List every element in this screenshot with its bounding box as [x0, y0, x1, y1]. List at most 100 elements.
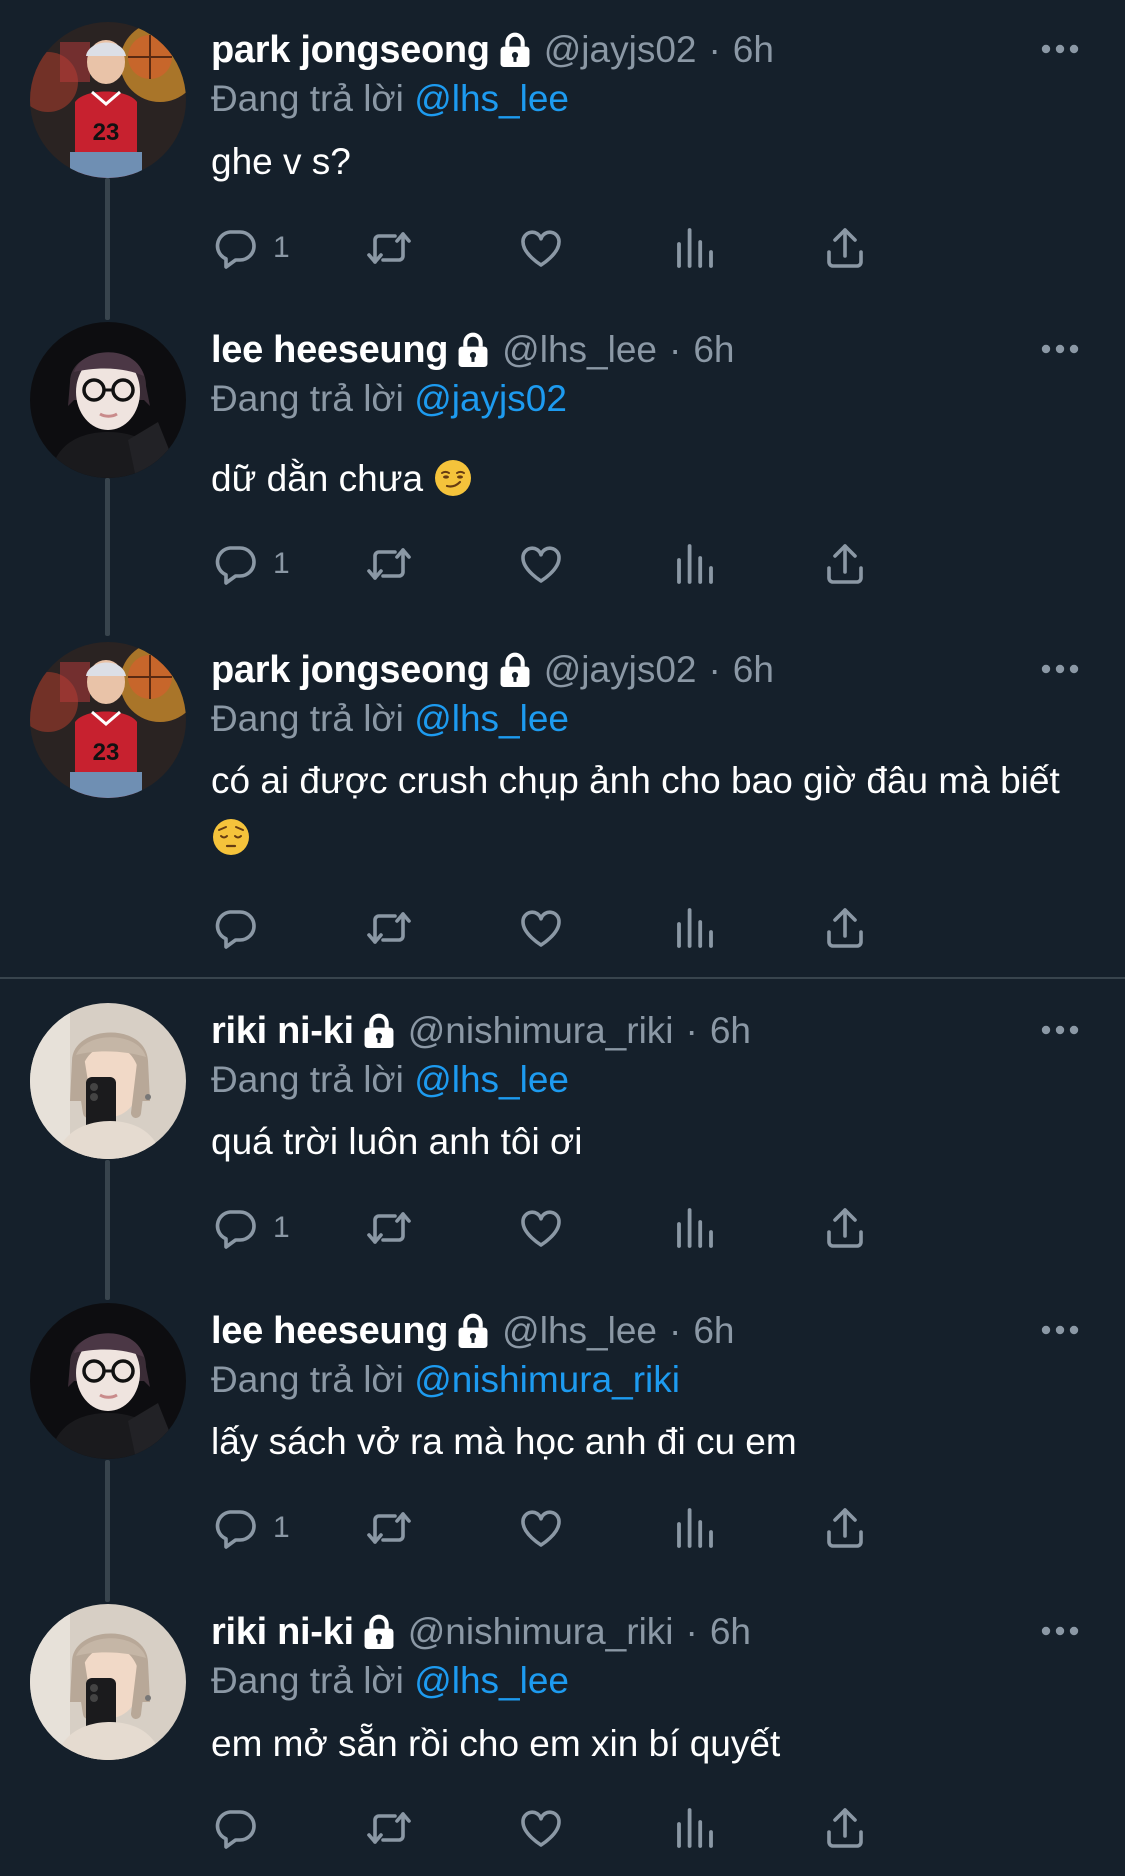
- views-button[interactable]: [671, 222, 719, 274]
- like-button[interactable]: [517, 902, 565, 954]
- smirk-emoji-icon: [433, 457, 473, 497]
- share-icon: [821, 904, 869, 952]
- views-button[interactable]: [671, 538, 719, 590]
- tweet[interactable]: lee heeseung @lhs_lee · 6h Đang trả lời …: [0, 1300, 1125, 1602]
- author-handle[interactable]: @lhs_lee: [502, 329, 657, 371]
- retweet-button[interactable]: [365, 222, 413, 274]
- retweet-button[interactable]: [365, 1202, 413, 1254]
- reply-count: 1: [273, 1511, 290, 1544]
- more-icon[interactable]: [1040, 662, 1080, 676]
- timestamp[interactable]: 6h: [693, 1310, 734, 1352]
- replying-to-label: Đang trả lời: [211, 78, 404, 119]
- tweet[interactable]: riki ni-ki @nishimura_riki · 6h Đang trả…: [0, 980, 1125, 1300]
- lock-icon: [456, 1312, 490, 1350]
- views-button[interactable]: [671, 1202, 719, 1254]
- share-icon: [821, 1504, 869, 1552]
- lock-icon: [456, 331, 490, 369]
- author-handle[interactable]: @lhs_lee: [502, 1310, 657, 1352]
- retweet-button[interactable]: [365, 902, 413, 954]
- lock-icon: [498, 651, 532, 689]
- tweet[interactable]: riki ni-ki @nishimura_riki · 6h Đang trả…: [0, 1602, 1125, 1876]
- author-handle[interactable]: @jayjs02: [544, 649, 697, 691]
- share-button[interactable]: [821, 1202, 869, 1254]
- tweet[interactable]: lee heeseung @lhs_lee · 6h Đang trả lời …: [0, 300, 1125, 636]
- timestamp[interactable]: 6h: [733, 29, 774, 71]
- tweet[interactable]: 23 park jongseong @jayjs02 · 6h Đang trả…: [0, 636, 1125, 977]
- author-name[interactable]: lee heeseung: [211, 329, 448, 372]
- more-icon[interactable]: [1040, 1323, 1080, 1337]
- timestamp[interactable]: 6h: [710, 1611, 751, 1653]
- views-icon: [671, 540, 719, 588]
- author-handle[interactable]: @nishimura_riki: [408, 1010, 674, 1052]
- pensive-emoji-icon: [211, 816, 251, 856]
- author-name[interactable]: riki ni-ki: [211, 1010, 354, 1053]
- share-button[interactable]: [821, 1502, 869, 1554]
- more-icon[interactable]: [1040, 1023, 1080, 1037]
- timestamp[interactable]: 6h: [733, 649, 774, 691]
- reply-mention[interactable]: @nishimura_riki: [414, 1359, 680, 1400]
- separator-dot: ·: [668, 1310, 682, 1351]
- lock-icon: [498, 31, 532, 69]
- more-icon[interactable]: [1040, 1624, 1080, 1638]
- share-icon: [821, 540, 869, 588]
- author-name[interactable]: riki ni-ki: [211, 1611, 354, 1654]
- tweet[interactable]: 23 park jongseong @jayjs02 · 6h Đang trả…: [0, 0, 1125, 300]
- tweet-text-content: lấy sách vở ra mà học anh đi cu em: [211, 1421, 797, 1462]
- avatar[interactable]: 23: [30, 642, 186, 798]
- more-icon[interactable]: [1040, 42, 1080, 56]
- share-button[interactable]: [821, 902, 869, 954]
- retweet-icon: [365, 1204, 413, 1252]
- avatar[interactable]: [30, 322, 186, 478]
- like-button[interactable]: [517, 1502, 565, 1554]
- views-button[interactable]: [671, 1502, 719, 1554]
- reply-mention[interactable]: @lhs_lee: [414, 1059, 569, 1100]
- retweet-button[interactable]: [365, 1802, 413, 1854]
- like-icon: [517, 1804, 565, 1852]
- like-button[interactable]: [517, 538, 565, 590]
- author-name[interactable]: park jongseong: [211, 649, 490, 692]
- reply-mention[interactable]: @jayjs02: [414, 378, 567, 419]
- avatar[interactable]: 23: [30, 22, 186, 178]
- reply-icon: [211, 904, 259, 952]
- share-button[interactable]: [821, 222, 869, 274]
- timestamp[interactable]: 6h: [693, 329, 734, 371]
- views-button[interactable]: [671, 902, 719, 954]
- views-icon: [671, 1804, 719, 1852]
- author-name[interactable]: lee heeseung: [211, 1310, 448, 1353]
- reply-icon: [211, 1804, 259, 1852]
- retweet-button[interactable]: [365, 1502, 413, 1554]
- author-handle[interactable]: @jayjs02: [544, 29, 697, 71]
- reply-button[interactable]: [211, 1802, 259, 1854]
- tweet-text-content: dữ dằn chưa: [211, 458, 424, 499]
- avatar[interactable]: [30, 1604, 186, 1760]
- views-icon: [671, 224, 719, 272]
- tweet-text-content: có ai được crush chụp ảnh cho bao giờ đâ…: [211, 760, 1060, 801]
- like-button[interactable]: [517, 1202, 565, 1254]
- reply-mention[interactable]: @lhs_lee: [414, 78, 569, 119]
- like-button[interactable]: [517, 222, 565, 274]
- reply-button[interactable]: [211, 902, 259, 954]
- share-button[interactable]: [821, 538, 869, 590]
- retweet-icon: [365, 1804, 413, 1852]
- like-icon: [517, 1504, 565, 1552]
- reply-button[interactable]: 1: [211, 222, 290, 274]
- reply-button[interactable]: 1: [211, 1202, 290, 1254]
- reply-button[interactable]: 1: [211, 1502, 290, 1554]
- reply-mention[interactable]: @lhs_lee: [414, 698, 569, 739]
- author-handle[interactable]: @nishimura_riki: [408, 1611, 674, 1653]
- timestamp[interactable]: 6h: [710, 1010, 751, 1052]
- author-name[interactable]: park jongseong: [211, 29, 490, 72]
- svg-text:23: 23: [93, 739, 120, 766]
- like-icon: [517, 540, 565, 588]
- views-button[interactable]: [671, 1802, 719, 1854]
- separator-dot: ·: [685, 1611, 698, 1652]
- retweet-button[interactable]: [365, 538, 413, 590]
- avatar[interactable]: [30, 1003, 186, 1159]
- like-button[interactable]: [517, 1802, 565, 1854]
- share-button[interactable]: [821, 1802, 869, 1854]
- more-icon[interactable]: [1040, 342, 1080, 356]
- reply-mention[interactable]: @lhs_lee: [414, 1660, 569, 1701]
- reply-button[interactable]: 1: [211, 538, 290, 590]
- tweet-text: quá trời luôn anh tôi ơi: [211, 1113, 1091, 1170]
- avatar[interactable]: [30, 1303, 186, 1459]
